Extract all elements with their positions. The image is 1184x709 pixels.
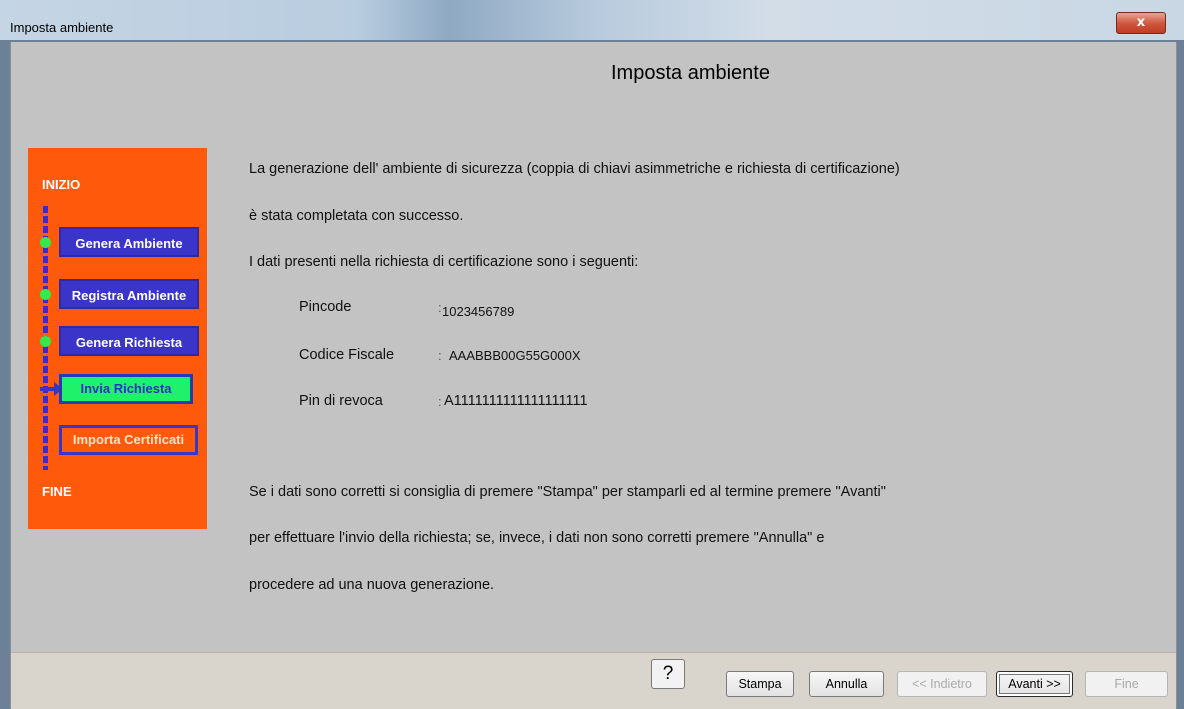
button-bar: ? Stampa Annulla << Indietro Avanti >> F… xyxy=(11,652,1176,709)
print-button[interactable]: Stampa xyxy=(726,671,794,697)
close-button[interactable]: x xyxy=(1116,12,1166,34)
step-complete-dot-icon xyxy=(40,289,51,300)
window-titlebar: Imposta ambiente x xyxy=(0,0,1184,40)
outro-text-line-2: per effettuare l'invio della richiesta; … xyxy=(249,530,825,546)
cancel-button[interactable]: Annulla xyxy=(809,671,884,697)
step-complete-dot-icon xyxy=(40,237,51,248)
intro-text-line-2: è stata completata con successo. xyxy=(249,208,464,224)
codice-fiscale-label: Codice Fiscale xyxy=(299,347,395,363)
intro-text-line-1: La generazione dell' ambiente di sicurez… xyxy=(249,161,900,177)
pincode-label: Pincode xyxy=(299,299,352,315)
codice-fiscale-separator: : xyxy=(438,348,442,363)
codice-fiscale-value: AAABBB00G55G000X xyxy=(449,348,581,363)
wizard-steps-panel: INIZIO Genera Ambiente Registra Ambiente… xyxy=(28,148,207,529)
outro-text-line-1: Se i dati sono corretti si consiglia di … xyxy=(249,484,886,500)
pincode-value: 1023456789 xyxy=(442,304,515,319)
step-importa-certificati: Importa Certificati xyxy=(59,425,198,455)
step-genera-ambiente: Genera Ambiente xyxy=(59,227,199,257)
step-genera-richiesta: Genera Richiesta xyxy=(59,326,199,356)
help-button[interactable]: ? xyxy=(651,659,685,689)
steps-end-label: FINE xyxy=(42,484,72,499)
dialog-client-area: Imposta ambiente INIZIO Genera Ambiente … xyxy=(10,42,1177,709)
back-button[interactable]: << Indietro xyxy=(897,671,987,697)
pin-revoca-label: Pin di revoca xyxy=(299,393,383,409)
steps-start-label: INIZIO xyxy=(42,177,81,192)
next-button[interactable]: Avanti >> xyxy=(996,671,1073,697)
pin-revoca-separator: : xyxy=(438,394,442,409)
step-invia-richiesta: Invia Richiesta xyxy=(59,374,193,404)
pin-revoca-value: A1111111111111111111 xyxy=(444,393,588,409)
window-title: Imposta ambiente xyxy=(10,20,114,35)
step-complete-dot-icon xyxy=(40,336,51,347)
intro-text-line-3: I dati presenti nella richiesta di certi… xyxy=(249,254,639,270)
outro-text-line-3: procedere ad una nuova generazione. xyxy=(249,577,495,593)
step-registra-ambiente: Registra Ambiente xyxy=(59,279,199,309)
finish-button[interactable]: Fine xyxy=(1085,671,1168,697)
